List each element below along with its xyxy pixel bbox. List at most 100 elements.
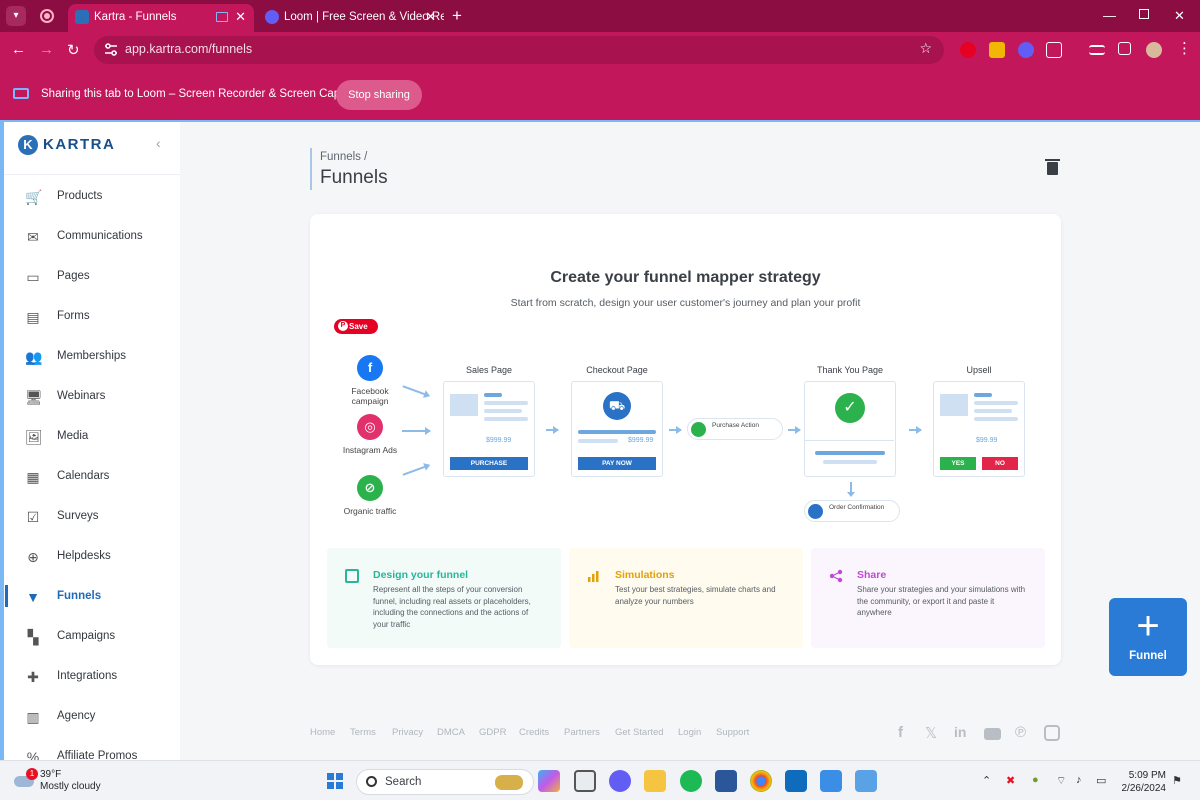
recording-indicator-icon[interactable] [40,9,54,23]
kartra-logo[interactable]: K KARTRA [18,135,158,157]
sidebar-item-media[interactable]: 🖼 Media [4,417,180,457]
sidebar-item-helpdesks[interactable]: ⊕ Helpdesks [4,537,180,577]
copilot-icon[interactable] [538,770,560,792]
volume-icon[interactable]: ♪ [1076,774,1082,786]
start-windows-icon[interactable] [324,770,346,792]
close-window-icon[interactable]: ✕ [1174,8,1185,24]
footer-link-support[interactable]: Support [716,727,749,738]
sidebar-item-calendars[interactable]: ▦ Calendars [4,457,180,497]
footer-link-partners[interactable]: Partners [564,727,600,738]
minimize-icon[interactable]: — [1103,8,1116,23]
bookmark-star-icon[interactable]: ☆ [919,40,932,57]
cart-icon: ⛟ [603,392,631,420]
footer-link-home[interactable]: Home [310,727,335,738]
microphone-icon[interactable]: ● [1032,774,1039,786]
header-accent [310,148,312,190]
pill-label: Order Confirmation [829,504,885,511]
instagram-social-icon[interactable] [1044,725,1060,741]
file-explorer-icon[interactable] [644,770,666,792]
close-tab-icon[interactable]: ✕ [235,4,246,30]
media-controls-icon[interactable] [1089,45,1105,55]
show-hidden-icons[interactable]: ⌃ [982,774,991,787]
share-status-text: Sharing this tab to Loom – Screen Record… [41,88,360,100]
page-scrollbar[interactable] [1189,122,1199,760]
no-button: NO [982,457,1018,470]
trash-icon[interactable] [1045,159,1060,175]
footer-link-dmca[interactable]: DMCA [437,727,465,738]
sidebar-item-memberships[interactable]: 👥 Memberships [4,337,180,377]
spotify-icon[interactable] [680,770,702,792]
pinterest-extension-icon[interactable] [960,42,976,58]
footer-link-get-started[interactable]: Get Started [615,727,664,738]
facebook-social-icon[interactable]: f [898,724,903,741]
tab-kartra-funnels[interactable]: Kartra - Funnels ✕ [68,4,254,32]
footer-link-credits[interactable]: Credits [519,727,549,738]
flow-arrow [788,426,801,433]
store-icon[interactable] [820,770,842,792]
extension-icon[interactable] [989,42,1005,58]
sidebar-item-campaigns[interactable]: ▚ Campaigns [4,617,180,657]
stop-sharing-button[interactable]: Stop sharing [336,80,422,110]
dropbox-icon[interactable]: ✖ [1006,774,1015,787]
outlook-icon[interactable] [785,770,807,792]
footer-link-gdpr[interactable]: GDPR [479,727,506,738]
sidebar-item-integrations[interactable]: ✚ Integrations [4,657,180,697]
sidebar-item-products[interactable]: 🛒 Products [4,177,180,217]
source-organic: ⊘ Organic traffic [340,475,400,516]
notifications-bell-icon[interactable]: ⚑ [1172,774,1182,787]
taskbar-search[interactable]: Search [356,769,534,795]
close-tab-icon[interactable]: ✕ [425,4,436,30]
address-bar[interactable]: app.kartra.com/funnels ☆ [94,36,944,64]
task-view-icon[interactable] [574,770,596,792]
sidebar-item-funnels[interactable]: ▼ Funnels [4,577,180,617]
footer-link-privacy[interactable]: Privacy [392,727,423,738]
browser-menu-icon[interactable]: ⋮ [1177,39,1192,57]
back-icon[interactable]: ← [11,41,26,58]
loom-extension-icon[interactable] [1018,42,1034,58]
weather-widget[interactable]: 1 [14,768,38,788]
linkedin-social-icon[interactable]: in [954,724,966,740]
pinterest-social-icon[interactable]: ℗ [1015,724,1026,741]
sidebar-item-affiliate-promos[interactable]: % Affiliate Promos [4,737,180,760]
source-facebook: f Facebook campaign [340,355,400,406]
sidebar-item-forms[interactable]: ▤ Forms [4,297,180,337]
maximize-icon[interactable] [1139,9,1149,19]
puzzle-icon: ✚ [27,669,39,685]
tab-loom[interactable]: Loom | Free Screen & Video Re ✕ [258,4,444,32]
chrome-icon[interactable] [750,770,772,792]
word-icon[interactable] [715,770,737,792]
add-funnel-button[interactable]: + Funnel [1109,598,1187,676]
organic-search-icon: ⊘ [357,475,383,501]
text-line [974,409,1012,413]
profile-avatar[interactable] [1146,42,1162,58]
loom-app-icon[interactable] [609,770,631,792]
paint-icon[interactable] [855,770,877,792]
new-tab-button[interactable]: + [452,6,462,26]
collapse-sidebar-icon[interactable]: ‹ [156,135,161,151]
tab-sharing-icon [216,12,228,22]
taskbar-clock[interactable]: 5:09 PM 2/26/2024 [1120,769,1167,795]
weather-text[interactable]: 39°F Mostly cloudy [40,769,101,793]
wifi-icon[interactable]: ⌔ [1056,774,1066,788]
checkbox-icon: ☑ [26,509,40,525]
footer-link-terms[interactable]: Terms [350,727,376,738]
reload-icon[interactable]: ↻ [67,41,80,59]
sidebar-item-pages[interactable]: ▭ Pages [4,257,180,297]
breadcrumb[interactable]: Funnels / [320,151,367,163]
forward-icon[interactable]: → [39,41,54,58]
footer-link-login[interactable]: Login [678,727,701,738]
sidebar-item-agency[interactable]: ▥ Agency [4,697,180,737]
add-funnel-label: Funnel [1129,650,1167,662]
battery-icon[interactable]: ▭ [1096,774,1106,787]
sidebar-item-webinars[interactable]: 🖥 Webinars [4,377,180,417]
extensions-puzzle-icon[interactable] [1046,42,1062,58]
tab-search-button[interactable]: ▾ [6,6,26,26]
site-info-icon[interactable] [104,43,118,56]
pinterest-save-button[interactable]: Save [334,319,378,334]
sidebar-item-surveys[interactable]: ☑ Surveys [4,497,180,537]
youtube-social-icon[interactable] [984,728,1001,740]
x-social-icon[interactable]: 𝕏 [925,724,937,742]
sidebar-item-communications[interactable]: ✉ Communications [4,217,180,257]
windows-taskbar: 1 39°F Mostly cloudy Search ⌃ ✖ ● ⌔ ♪ ▭ … [0,760,1200,800]
side-panel-icon[interactable] [1118,42,1131,55]
